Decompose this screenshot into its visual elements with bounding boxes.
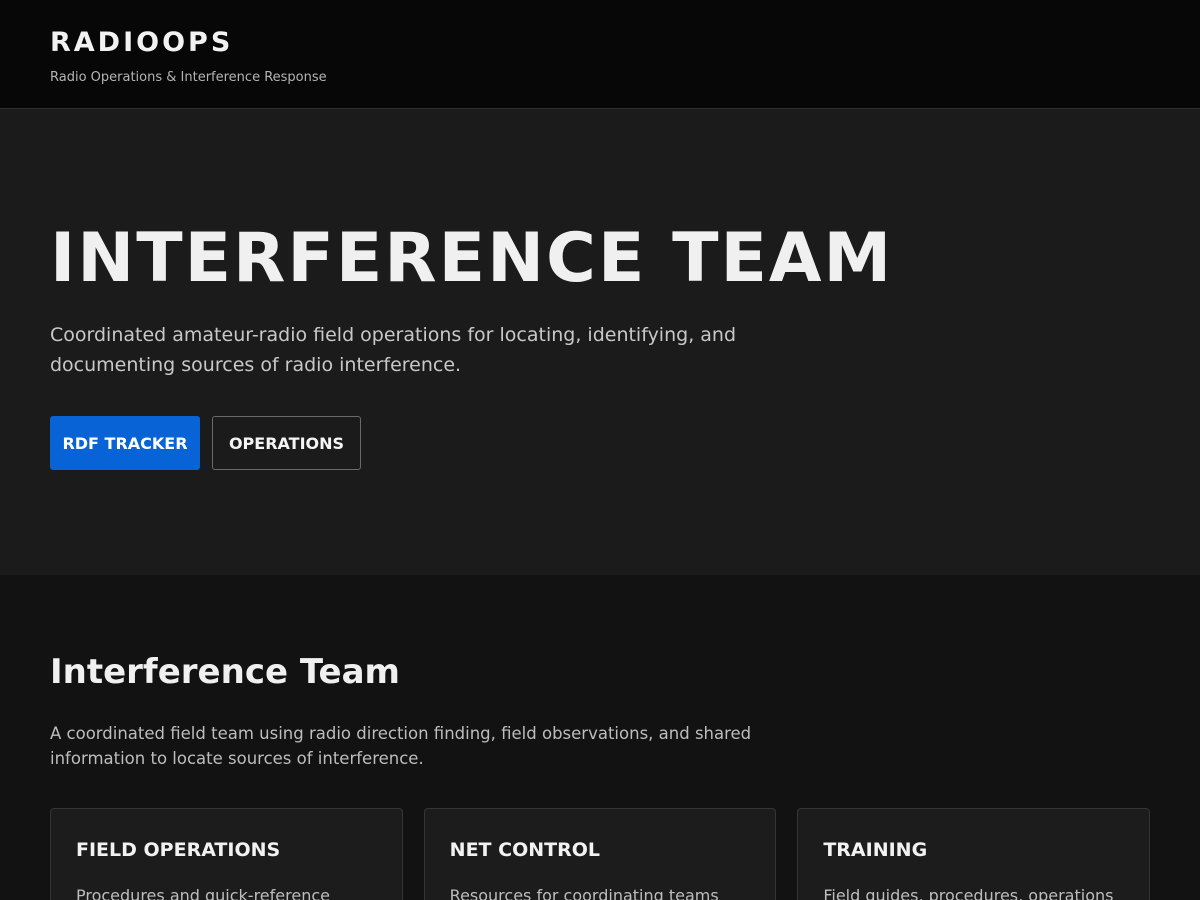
- brand-tagline: Radio Operations & Interference Response: [50, 70, 327, 85]
- card-description: Resources for coordinating teams and: [449, 886, 719, 900]
- rdf-tracker-button[interactable]: RDF TRACKER: [50, 416, 200, 470]
- site-header: RADIOOPS Radio Operations & Interference…: [0, 0, 1200, 109]
- card-title: TRAINING: [823, 839, 928, 861]
- operations-button[interactable]: OPERATIONS: [212, 416, 361, 470]
- section-description: A coordinated field team using radio dir…: [50, 724, 752, 768]
- card-title: NET CONTROL: [449, 839, 600, 861]
- card-net-control[interactable]: NET CONTROL Resources for coordinating t…: [423, 808, 777, 900]
- card-grid: FIELD OPERATIONS Procedures and quick-re…: [50, 808, 1151, 900]
- brand-logo[interactable]: RADIOOPS: [50, 25, 1150, 61]
- card-field-operations[interactable]: FIELD OPERATIONS Procedures and quick-re…: [50, 808, 403, 900]
- team-section: Interference Team A coordinated field te…: [0, 575, 1200, 900]
- card-description: Field guides, procedures, operations: [823, 886, 1114, 900]
- card-description: Procedures and quick-reference: [76, 886, 330, 900]
- section-title: Interference Team: [50, 652, 400, 692]
- hero-actions: RDF TRACKER OPERATIONS: [50, 416, 1150, 470]
- card-training[interactable]: TRAINING Field guides, procedures, opera…: [797, 808, 1151, 900]
- hero-section: INTERFERENCE TEAM Coordinated amateur-ra…: [0, 109, 1200, 575]
- hero-title: INTERFERENCE TEAM: [50, 219, 894, 298]
- card-title: FIELD OPERATIONS: [76, 839, 281, 861]
- hero-description: Coordinated amateur-radio field operatio…: [50, 324, 737, 376]
